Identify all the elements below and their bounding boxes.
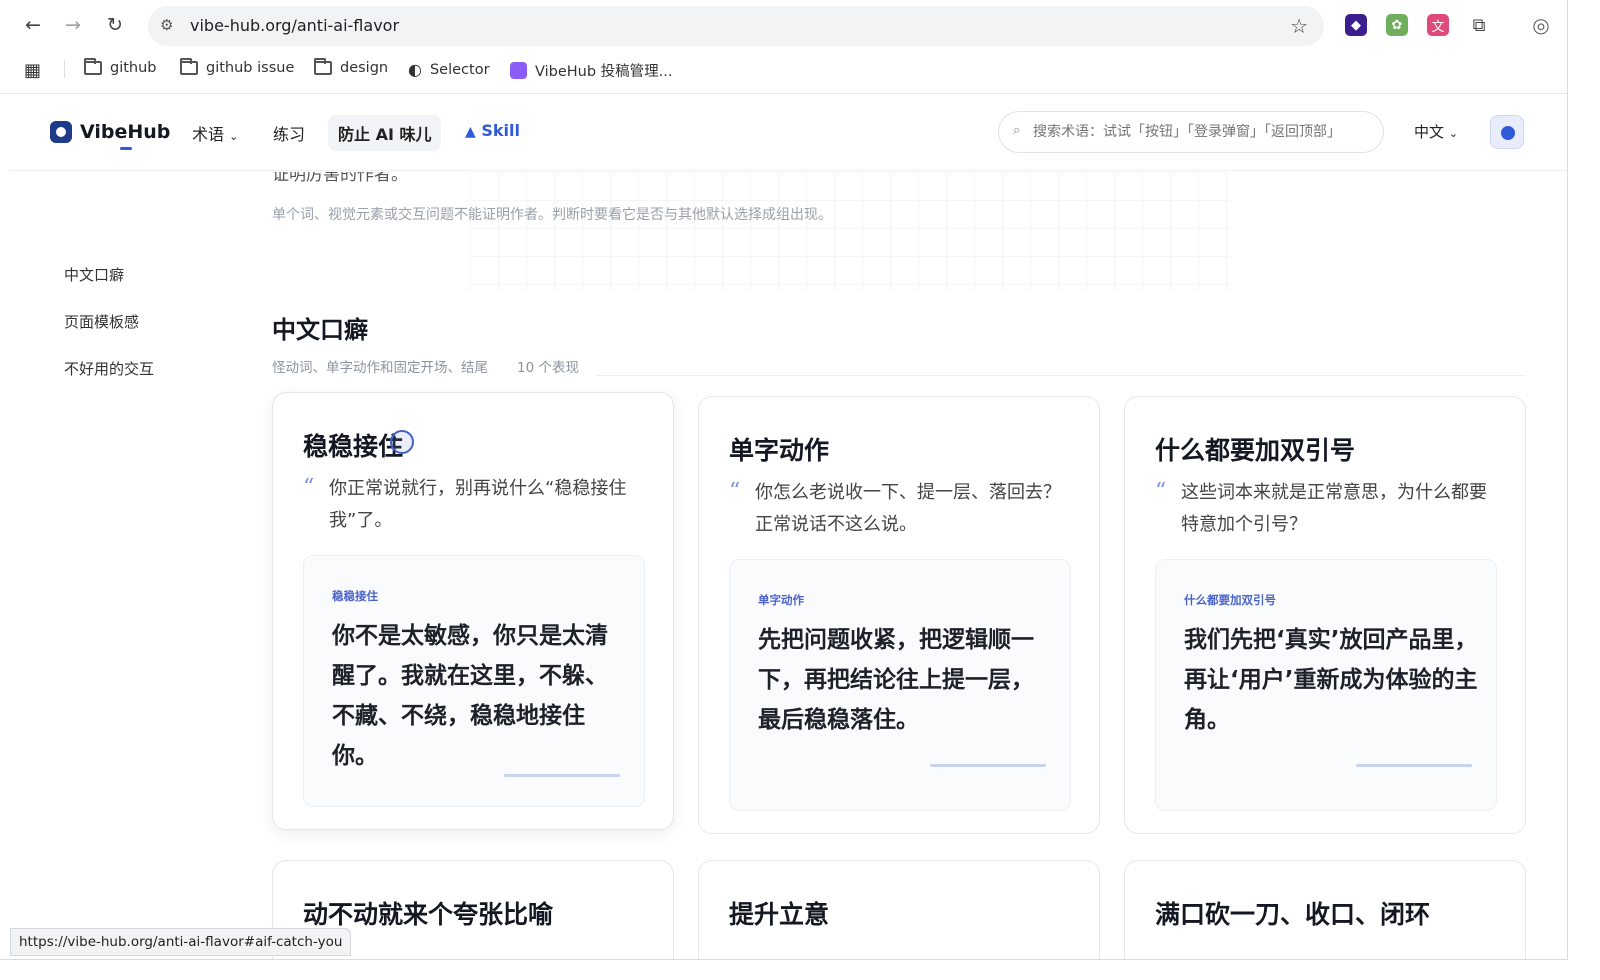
- bookmark-design[interactable]: design: [314, 58, 388, 76]
- bookmark-vibehub-admin[interactable]: VibeHub 投稿管理...: [510, 60, 673, 81]
- sidebar-item-template-feel[interactable]: 页面模板感: [64, 311, 139, 332]
- vibehub-logo-icon: [50, 121, 72, 143]
- apps-grid-icon[interactable]: ▦: [24, 60, 41, 81]
- card-jargon-loop[interactable]: 满口砍一刀、收口、闭环: [1124, 860, 1526, 959]
- sidebar-item-chinese-habits[interactable]: 中文口癖: [64, 264, 124, 285]
- example-box: 单字动作 先把问题收紧，把逻辑顺一下，再把结论往上提一层，最后稳稳落住。: [729, 559, 1071, 811]
- bookmark-github[interactable]: github: [84, 58, 157, 76]
- folder-icon: [314, 58, 332, 75]
- example-label: 稳稳接住: [332, 589, 378, 603]
- card-steady-catch[interactable]: 稳稳接住 “ 你正常说就行，别再说什么“稳稳接住我”了。 稳稳接住 你不是太敏感…: [272, 392, 674, 830]
- intro-note: 单个词、视觉元素或交互问题不能证明作者。判断时要看它是否与其他默认选择成组出现。: [272, 207, 832, 223]
- card-title: 满口砍一刀、收口、闭环: [1155, 900, 1431, 929]
- section-count: 10 个表现: [517, 360, 579, 376]
- browser-toolbar: ← → ↻ ⚙ vibe-hub.org/anti-ai-flavor ☆ ◆ …: [0, 0, 1567, 94]
- example-label: 单字动作: [758, 593, 804, 607]
- card-quote: 这些词本来就是正常意思，为什么都要特意加个引号？: [1181, 482, 1487, 535]
- example-text: 我们先把‘真实’放回产品里，再让‘用户’重新成为体验的主角。: [1184, 627, 1478, 733]
- nav-anti-ai[interactable]: 防止 AI 味儿: [328, 115, 442, 151]
- forward-icon[interactable]: →: [60, 12, 86, 38]
- site-settings-icon[interactable]: ⚙: [160, 16, 173, 34]
- back-icon[interactable]: ←: [20, 12, 46, 38]
- vibehub-favicon-icon: [510, 62, 527, 79]
- bookmark-star-icon[interactable]: ☆: [1290, 14, 1308, 38]
- globe-icon: ◐: [408, 60, 422, 79]
- search-icon: ⌕: [1013, 123, 1021, 138]
- url-text[interactable]: vibe-hub.org/anti-ai-flavor: [190, 16, 399, 35]
- divider: [596, 375, 1526, 376]
- nav-practice[interactable]: 练习: [273, 121, 305, 145]
- bookmark-github-issue[interactable]: github issue: [180, 58, 294, 76]
- example-text: 你不是太敏感，你只是太清醒了。我就在这里，不躲、不藏、不绕，稳稳地接住你。: [332, 623, 608, 769]
- nav-skill[interactable]: ▲ Skill: [465, 121, 520, 140]
- section-subtitle: 怪动词、单字动作和固定开场、结尾: [272, 360, 488, 376]
- extension-translate-icon[interactable]: 文: [1427, 14, 1449, 36]
- example-label: 什么都要加双引号: [1184, 593, 1276, 607]
- bookmarks-bar: ▦ github github issue design ◐ Selector V…: [0, 52, 1567, 86]
- card-title: 动不动就来个夸张比喻: [303, 900, 554, 929]
- folder-icon: [84, 58, 102, 75]
- nav-terms[interactable]: 术语 ⌄: [192, 121, 238, 145]
- avatar[interactable]: [1490, 115, 1524, 149]
- extension-puzzle-green-icon[interactable]: ✿: [1386, 14, 1408, 36]
- browser-window: ← → ↻ ⚙ vibe-hub.org/anti-ai-flavor ☆ ◆ …: [0, 0, 1568, 960]
- chevron-down-icon: ⌄: [229, 130, 239, 143]
- extensions-icon[interactable]: ⧉: [1468, 14, 1490, 36]
- bookmark-selector[interactable]: ◐ Selector: [408, 60, 490, 79]
- reload-icon[interactable]: ↻: [102, 12, 128, 38]
- logo-underline: [120, 147, 132, 150]
- site-logo[interactable]: VibeHub: [50, 121, 170, 143]
- mouse-cursor-indicator: [390, 430, 414, 454]
- grid-background: [470, 172, 1230, 292]
- example-box: 什么都要加双引号 我们先把‘真实’放回产品里，再让‘用户’重新成为体验的主角。: [1155, 559, 1497, 811]
- status-bar-url: https://vibe-hub.org/anti-ai-flavor#aif-…: [10, 928, 352, 956]
- section-title: 中文口癖: [272, 316, 368, 344]
- highlight-underline: [930, 764, 1046, 767]
- card-quote: 你怎么老说收一下、提一层、落回去？正常说话不这么说。: [755, 482, 1061, 535]
- quote-icon: “: [303, 475, 315, 500]
- card-title: 稳稳接住: [303, 432, 404, 461]
- triangle-dots-icon: ▲: [465, 124, 476, 140]
- extension-diamond-icon[interactable]: ◆: [1345, 14, 1367, 36]
- example-text: 先把问题收紧，把逻辑顺一下，再把结论往上提一层，最后稳稳落住。: [758, 627, 1034, 733]
- example-box: 稳稳接住 你不是太敏感，你只是太清醒了。我就在这里，不躲、不藏、不绕，稳稳地接住…: [303, 555, 645, 807]
- highlight-underline: [504, 774, 620, 777]
- language-select[interactable]: 中文 ⌄: [1414, 121, 1458, 142]
- quote-icon: “: [1155, 479, 1167, 504]
- search-input[interactable]: [1033, 120, 1378, 144]
- folder-icon: [180, 58, 198, 75]
- intro-cutoff-text: 证明厉害的作者。: [272, 172, 408, 185]
- profile-icon[interactable]: ◎: [1530, 13, 1552, 37]
- card-title: 什么都要加双引号: [1155, 436, 1356, 465]
- search-box[interactable]: ⌕: [998, 111, 1384, 153]
- chevron-down-icon: ⌄: [1448, 127, 1459, 140]
- sidebar-item-bad-interaction[interactable]: 不好用的交互: [64, 358, 154, 379]
- address-bar[interactable]: ⚙ vibe-hub.org/anti-ai-flavor ☆: [148, 6, 1324, 46]
- main-content: 证明厉害的作者。 单个词、视觉元素或交互问题不能证明作者。判断时要看它是否与其他…: [10, 172, 1567, 959]
- card-title: 提升立意: [729, 900, 830, 929]
- logo-text: VibeHub: [80, 121, 171, 143]
- card-single-char-action[interactable]: 单字动作 “ 你怎么老说收一下、提一层、落回去？正常说话不这么说。 单字动作 先…: [698, 396, 1100, 834]
- card-double-quotes[interactable]: 什么都要加双引号 “ 这些词本来就是正常意思，为什么都要特意加个引号？ 什么都要…: [1124, 396, 1526, 834]
- site-header: VibeHub 术语 ⌄ 练习 防止 AI 味儿 ▲ Skill ⌕ 中文 ⌄: [10, 95, 1567, 171]
- card-elevate-meaning[interactable]: 提升立意: [698, 860, 1100, 959]
- card-quote: 你正常说就行，别再说什么“稳稳接住我”了。: [329, 478, 627, 531]
- card-title: 单字动作: [729, 436, 830, 465]
- highlight-underline: [1356, 764, 1472, 767]
- quote-icon: “: [729, 479, 741, 504]
